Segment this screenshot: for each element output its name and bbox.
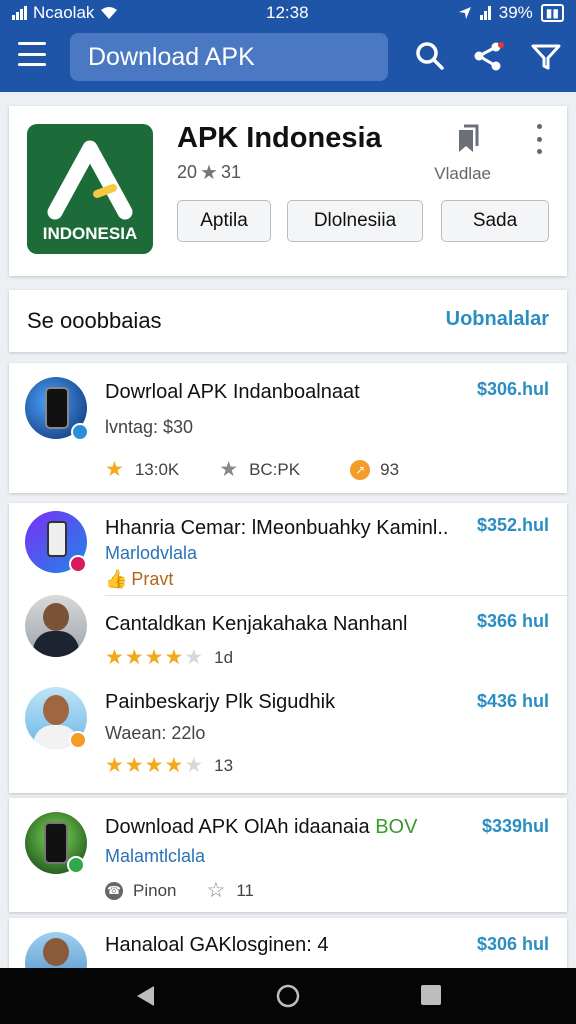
item-subtitle: Marlodvlala [105, 543, 198, 563]
back-icon[interactable] [134, 984, 156, 1008]
meta-count: 11 [236, 880, 254, 900]
app-logo: INDONESIA [27, 124, 153, 254]
item-title: Cantaldkan Kenjakahaka Nanhanl [105, 613, 408, 635]
item-title: Dowrloal APK Indanboalnaat [105, 381, 360, 403]
app-header-card: INDONESIA APK Indonesia 20 ★ 31 Vladlae … [9, 106, 567, 276]
battery-icon: ▮▮ [540, 4, 564, 22]
bookmark-icon[interactable] [455, 124, 481, 154]
item-meta: ★ 13:0K ★ BC:PK ↗ 93 [105, 457, 399, 482]
list-item[interactable]: Dowrloal APK Indanboalnaat lvntag: $30 $… [9, 363, 567, 493]
location-icon [458, 7, 471, 19]
check-icon [67, 856, 85, 874]
app-title: APK Indonesia [177, 122, 382, 154]
item-thumbnail [25, 932, 87, 968]
carrier-name: Ncaolak [33, 3, 95, 22]
phone-icon: ☎ [105, 881, 123, 900]
edit-badge-icon [69, 731, 87, 749]
search-icon[interactable] [414, 40, 446, 72]
share-icon[interactable] [472, 40, 504, 72]
list-item[interactable]: Cantaldkan Kenjakahaka Nanhanl ★★★★★ 1d … [9, 595, 567, 687]
list-group: Hhanria Cemar: lMeonbuahky Kaminl.. Marl… [9, 503, 567, 793]
cell-signal-icon [479, 6, 491, 20]
meta-size: BC:PK [249, 459, 301, 479]
status-bar: Ncaolak 12:38 39% ▮▮ [0, 0, 576, 26]
item-meta: ☎ Pinon ☆ 11 [105, 878, 254, 903]
item-price: $306 hul [476, 934, 549, 954]
menu-icon[interactable] [18, 42, 46, 66]
section-title: Se ooobbaias [27, 308, 162, 333]
app-button-2[interactable]: Dlolnesiia [287, 200, 423, 242]
logo-mark-icon [47, 140, 133, 220]
meta-count: 93 [380, 459, 400, 479]
item-price: $339hul [481, 816, 549, 836]
item-thumbnail [25, 595, 87, 657]
rating-count: 31 [220, 162, 241, 182]
item-rating: ★★★★★ 13 [105, 753, 233, 778]
battery-percent: 39% [498, 3, 533, 22]
item-subtitle: lvntag: $30 [105, 417, 194, 437]
badge-icon: ↗ [350, 459, 371, 480]
wifi-icon [101, 7, 118, 19]
item-subtitle: Waean: 22lo [105, 723, 206, 743]
app-rating: 20 ★ 31 [177, 160, 241, 185]
item-price: $352.hul [476, 515, 549, 535]
system-nav-bar [0, 968, 576, 1024]
thumbs-up-icon: 👍 [105, 569, 128, 589]
item-price: $436 hul [476, 691, 549, 711]
signal-icon [12, 6, 27, 20]
star-outline-icon: ☆ [206, 879, 227, 902]
section-header: Se ooobbaias Uobnalalar [9, 290, 567, 352]
item-rating: ★★★★★ 1d [105, 645, 233, 670]
rating-stars-icon: ★★★★★ [105, 646, 205, 669]
star-icon: ★ [105, 458, 125, 481]
recents-icon[interactable] [420, 984, 442, 1006]
item-title-text: Hanaloal GAKlosginen: [105, 934, 312, 956]
rating-label: 13 [214, 755, 234, 775]
app-button-3[interactable]: Sada [441, 200, 549, 242]
filter-icon[interactable] [530, 40, 562, 72]
list-item[interactable]: Hhanria Cemar: lMeonbuahky Kaminl.. Marl… [9, 503, 567, 595]
item-tag: 👍 Pravt [105, 569, 173, 590]
item-title-text: Download APK OlAh idaanaia [105, 816, 370, 838]
star-outline-icon: ★ [219, 458, 240, 481]
item-title: Download APK OlAh idaanaia BOV [105, 816, 417, 839]
item-price: $366 hul [476, 611, 549, 631]
verified-icon [71, 423, 89, 441]
item-title: Painbeskarjy Plk Sigudhik [105, 691, 336, 713]
item-title-suffix: 4 [317, 934, 329, 956]
app-side-label: Vladlae [434, 164, 491, 183]
item-title: Hanaloal GAKlosginen: 4 [105, 934, 328, 957]
item-price: $306.hul [476, 379, 549, 399]
meta-label: Pinon [133, 880, 177, 900]
item-title: Hhanria Cemar: lMeonbuahky Kaminl.. [105, 517, 449, 539]
more-options-icon[interactable] [529, 124, 549, 154]
rating-stars-icon: ★★★★★ [105, 754, 205, 777]
rating-value: 20 [177, 162, 198, 182]
search-input[interactable]: Download APK [70, 33, 388, 81]
section-link[interactable]: Uobnalalar [446, 308, 549, 331]
meta-downloads: 13:0K [134, 459, 180, 479]
home-icon[interactable] [276, 984, 300, 1008]
rating-label: 1d [214, 647, 234, 667]
star-icon: ★ [200, 162, 218, 184]
list-item[interactable]: Painbeskarjy Plk Sigudhik Waean: 22lo ★★… [9, 687, 567, 793]
clock: 12:38 [266, 3, 309, 22]
app-button-1[interactable]: Aptila [177, 200, 271, 242]
item-tag-label: Pravt [131, 569, 174, 589]
item-title-badge: BOV [375, 816, 418, 838]
list-item[interactable]: Download APK OlAh idaanaia BOV Malamtlcl… [9, 798, 567, 912]
logo-text: INDONESIA [42, 224, 138, 243]
item-subtitle: Malamtlclala [105, 846, 206, 866]
app-bar: Ncaolak 12:38 39% ▮▮ Download APK [0, 0, 576, 92]
app-badge-icon [69, 555, 87, 573]
list-item[interactable]: Hanaloal GAKlosginen: 4 $306 hul [9, 918, 567, 968]
